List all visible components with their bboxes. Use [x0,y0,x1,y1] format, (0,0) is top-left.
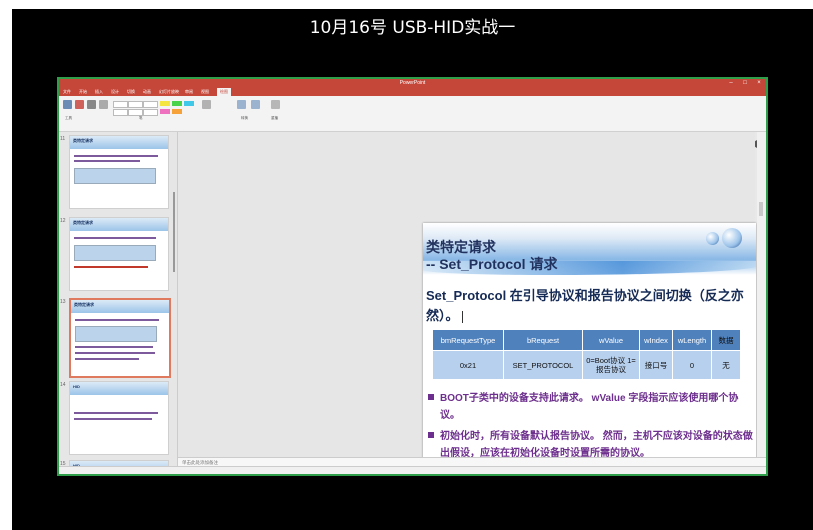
pen-3-icon[interactable] [143,101,158,108]
ribbon-tabs: 文件 开始 插入 设计 切换 动画 幻灯片放映 审阅 视图 绘图 [59,88,766,96]
bullet-square-icon [428,394,434,400]
powerpoint-window: PowerPoint – □ × 文件 开始 插入 设计 切换 动画 幻灯片放映… [57,77,768,476]
tab-view[interactable]: 视图 [201,88,209,96]
minimize-icon[interactable]: – [724,79,738,88]
bullet-square-icon [428,432,434,438]
title-bar: PowerPoint – □ × [59,79,766,88]
table-cell: 0=Boot协议 1=报告协议 [582,350,640,380]
table-header: wValue [582,329,640,351]
table-cell: 0x21 [432,350,504,380]
bullet-list: BOOT子类中的设备支持此请求。 wValue 字段指示应该使用哪个协议。 初始… [426,390,754,466]
request-table: bmRequestType bRequest wValue wIndex wLe… [432,329,741,380]
tab-file[interactable]: 文件 [63,88,71,96]
table-header: wIndex [639,329,673,351]
thumbnail-heading: 类特定请求 [73,220,93,225]
table-cell: 接口号 [639,350,673,380]
slide-number: 14 [60,382,66,388]
highlighter-pink-icon[interactable] [160,109,170,114]
pen-6-icon[interactable] [143,109,158,116]
tab-transitions[interactable]: 切换 [127,88,135,96]
tab-draw[interactable]: 绘图 [217,88,231,96]
slide-number: 12 [60,218,66,224]
add-pen-icon[interactable] [202,100,211,109]
video-frame: 10月16号 USB-HID实战一 PowerPoint – □ × 文件 开始… [12,9,813,530]
ribbon: 工具 笔 转换 重播 [59,96,766,148]
ink-replay-icon[interactable] [271,100,280,109]
tab-slideshow[interactable]: 幻灯片放映 [159,88,179,96]
pen-4-icon[interactable] [113,109,128,116]
thumbnail-scrollbar[interactable] [173,192,175,272]
group-tools-label: 工具 [65,116,72,120]
close-icon[interactable]: × [752,79,766,88]
pen-2-icon[interactable] [128,101,143,108]
group-convert-label: 转换 [241,116,248,120]
highlighter-cyan-icon[interactable] [184,101,194,106]
slide-thumbnail[interactable]: 类特定请求 [69,217,169,291]
slide[interactable]: 类特定请求 -- Set_Protocol 请求 Set_Protocol 在引… [423,223,756,473]
slide-thumbnail-selected[interactable]: 类特定请求 [69,298,171,378]
decorative-orb-icon [722,228,742,248]
group-pens-label: 笔 [139,116,143,120]
tab-review[interactable]: 审阅 [185,88,193,96]
table-header: bmRequestType [432,329,504,351]
pen-5-icon[interactable] [128,109,143,116]
ink-to-shape-icon[interactable] [237,100,246,109]
ink-to-math-icon[interactable] [251,100,260,109]
pen-1-icon[interactable] [113,101,128,108]
table-header: bRequest [503,329,583,351]
highlighter-green-icon[interactable] [172,101,182,106]
pointer-icon[interactable] [99,100,108,109]
highlighter-yellow-icon[interactable] [160,101,170,106]
slide-thumbnail-pane: 类特定请求 类特定请求 类特定请求 HID 11 12 13 14 15 [59,132,178,474]
tab-home[interactable]: 开始 [79,88,87,96]
tab-animations[interactable]: 动画 [143,88,151,96]
eraser-icon[interactable] [75,100,84,109]
table-header: wLength [672,329,712,351]
text-cursor [461,310,463,323]
table-cell: 0 [672,350,712,380]
highlighter-orange-icon[interactable] [172,109,182,114]
slide-number: 11 [60,136,66,142]
scrollbar-thumb[interactable] [759,202,763,216]
maximize-icon[interactable]: □ [738,79,752,88]
status-bar [59,466,766,474]
table-header: 数据 [711,329,741,351]
slide-subtitle: -- Set_Protocol 请求 [426,256,558,272]
table-cell: 无 [711,350,741,380]
canvas-scrollbar[interactable] [757,132,766,457]
slide-thumbnail[interactable]: HID [69,381,169,455]
thumbnail-heading: 类特定请求 [74,302,94,307]
bullet-item: BOOT子类中的设备支持此请求。 wValue 字段指示应该使用哪个协议。 [426,390,754,424]
video-title: 10月16号 USB-HID实战一 [309,18,516,38]
lead-text: Set_Protocol 在引导协议和报告协议之间切换（反之亦然）。 [426,288,744,323]
thumbnail-heading: HID [73,384,80,389]
select-icon[interactable] [63,100,72,109]
table-cell: SET_PROTOCOL [503,350,583,380]
tab-design[interactable]: 设计 [111,88,119,96]
tab-insert[interactable]: 插入 [95,88,103,96]
lasso-icon[interactable] [87,100,96,109]
window-title: PowerPoint [399,80,426,86]
slide-thumbnail[interactable]: 类特定请求 [69,135,169,209]
thumbnail-heading: 类特定请求 [73,138,93,143]
decorative-orb-icon [706,232,719,245]
group-replay-label: 重播 [271,116,278,120]
slide-number: 13 [60,299,66,305]
slide-lead-text[interactable]: Set_Protocol 在引导协议和报告协议之间切换（反之亦然）。 [426,286,751,326]
slide-editing-area[interactable]: 类特定请求 -- Set_Protocol 请求 Set_Protocol 在引… [178,132,756,473]
